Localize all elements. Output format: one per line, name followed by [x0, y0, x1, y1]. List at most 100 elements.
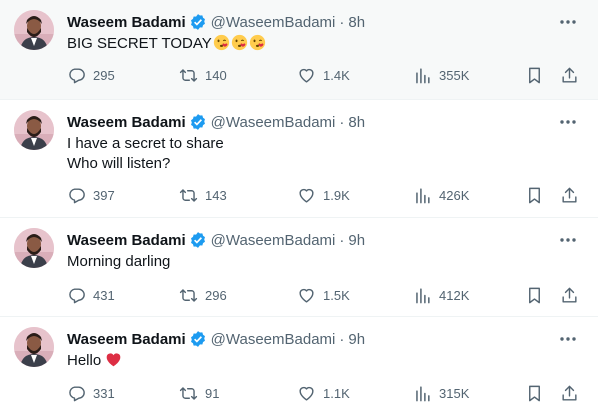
tweet[interactable]: Waseem Badami @WaseemBadami · 9h Hello 3…: [0, 317, 598, 412]
author-handle[interactable]: @WaseemBadami: [211, 114, 336, 131]
retweet-icon: [179, 288, 198, 302]
author-name[interactable]: Waseem Badami: [67, 331, 186, 348]
avatar[interactable]: [14, 228, 54, 268]
avatar[interactable]: [14, 327, 54, 367]
bookmark-button[interactable]: [525, 185, 544, 205]
timestamp[interactable]: 8h: [348, 14, 365, 31]
reply-button[interactable]: 295: [67, 65, 115, 85]
views-button[interactable]: 315K: [413, 383, 469, 403]
share-button[interactable]: [560, 65, 579, 85]
like-button[interactable]: 1.4K: [297, 65, 350, 85]
separator-dot: ·: [339, 231, 345, 249]
tweet-text: BIG SECRET TODAY: [67, 34, 266, 54]
avatar[interactable]: [14, 10, 54, 50]
more-options-icon[interactable]: [558, 230, 578, 250]
heart-icon: [299, 386, 314, 401]
like-button[interactable]: 1.1K: [297, 383, 350, 403]
retweet-icon: [179, 68, 198, 82]
tweet-text: Morning darling: [67, 252, 170, 272]
like-button[interactable]: 1.9K: [297, 185, 350, 205]
more-options-icon[interactable]: [558, 329, 578, 349]
timestamp[interactable]: 8h: [348, 114, 365, 131]
views-button[interactable]: 355K: [413, 65, 469, 85]
tweet-header: Waseem Badami @WaseemBadami · 9h: [67, 329, 365, 349]
like-count: 1.5K: [323, 287, 350, 303]
share-icon: [562, 385, 577, 401]
bookmark-button[interactable]: [525, 383, 544, 403]
views-chart-icon: [416, 287, 430, 303]
kissing-face-emoji: [213, 34, 229, 51]
tweet-text-line: BIG SECRET TODAY: [67, 35, 212, 52]
views-button[interactable]: 412K: [413, 285, 469, 305]
tweet-feed: Waseem Badami @WaseemBadami · 8h BIG SEC…: [0, 0, 598, 412]
reply-button[interactable]: 431: [67, 285, 115, 305]
reply-icon: [69, 187, 85, 203]
reply-icon: [69, 385, 85, 401]
retweet-button[interactable]: 91: [179, 383, 219, 403]
share-icon: [562, 187, 577, 203]
verified-badge-icon: [190, 114, 205, 130]
heart-icon: [299, 288, 314, 303]
tweet-actions: 331 91 1.1K 315K: [67, 383, 587, 403]
retweet-count: 140: [205, 67, 227, 83]
separator-dot: ·: [339, 113, 345, 131]
author-name[interactable]: Waseem Badami: [67, 114, 186, 131]
views-button[interactable]: 426K: [413, 185, 469, 205]
view-count: 355K: [439, 67, 470, 83]
author-name[interactable]: Waseem Badami: [67, 232, 186, 249]
reply-count: 397: [93, 187, 115, 203]
tweet-text-line: Who will listen?: [67, 155, 171, 172]
timestamp[interactable]: 9h: [348, 232, 365, 249]
tweet-text-line: I have a secret to share: [67, 135, 224, 152]
views-chart-icon: [416, 385, 430, 401]
avatar[interactable]: [14, 110, 54, 150]
tweet-text: Hello: [67, 351, 122, 371]
author-handle[interactable]: @WaseemBadami: [211, 232, 336, 249]
tweet-actions: 397 143 1.9K 426K: [67, 185, 587, 205]
kissing-face-emoji: [249, 34, 265, 51]
tweet-text: I have a secret to share Who will listen…: [67, 134, 224, 174]
more-options-icon[interactable]: [558, 112, 578, 132]
author-handle[interactable]: @WaseemBadami: [211, 14, 336, 31]
tweet[interactable]: Waseem Badami @WaseemBadami · 8h I have …: [0, 100, 598, 218]
reply-count: 295: [93, 67, 115, 83]
author-handle[interactable]: @WaseemBadami: [211, 331, 336, 348]
retweet-count: 91: [205, 385, 220, 401]
heart-icon: [299, 68, 314, 83]
view-count: 426K: [439, 187, 470, 203]
retweet-count: 143: [205, 187, 227, 203]
retweet-button[interactable]: 296: [179, 285, 227, 305]
bookmark-icon: [529, 287, 540, 303]
bookmark-icon: [529, 187, 540, 203]
separator-dot: ·: [339, 330, 345, 348]
like-count: 1.4K: [323, 67, 350, 83]
retweet-button[interactable]: 143: [179, 185, 227, 205]
reply-count: 431: [93, 287, 115, 303]
share-button[interactable]: [560, 285, 579, 305]
bookmark-icon: [529, 67, 540, 83]
tweet-header: Waseem Badami @WaseemBadami · 9h: [67, 230, 365, 250]
share-button[interactable]: [560, 383, 579, 403]
like-button[interactable]: 1.5K: [297, 285, 350, 305]
timestamp[interactable]: 9h: [348, 331, 365, 348]
kissing-face-emoji: [231, 34, 247, 51]
retweet-icon: [179, 386, 198, 400]
tweet-actions: 295 140 1.4K 355K: [67, 65, 587, 85]
tweet[interactable]: Waseem Badami @WaseemBadami · 8h BIG SEC…: [0, 0, 598, 100]
tweet-actions: 431 296 1.5K 412K: [67, 285, 587, 305]
share-button[interactable]: [560, 185, 579, 205]
retweet-button[interactable]: 140: [179, 65, 227, 85]
bookmark-icon: [529, 385, 540, 401]
author-name[interactable]: Waseem Badami: [67, 14, 186, 31]
reply-button[interactable]: 331: [67, 383, 115, 403]
bookmark-button[interactable]: [525, 65, 544, 85]
tweet[interactable]: Waseem Badami @WaseemBadami · 9h Morning…: [0, 218, 598, 317]
verified-badge-icon: [190, 331, 205, 347]
separator-dot: ·: [339, 13, 345, 31]
bookmark-button[interactable]: [525, 285, 544, 305]
retweet-count: 296: [205, 287, 227, 303]
views-chart-icon: [416, 187, 430, 203]
tweet-text-line: Morning darling: [67, 253, 171, 270]
more-options-icon[interactable]: [558, 12, 578, 32]
reply-button[interactable]: 397: [67, 185, 115, 205]
